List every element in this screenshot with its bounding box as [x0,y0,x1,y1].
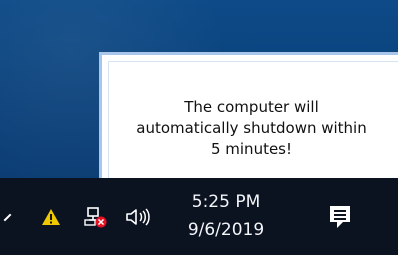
network-tray-button[interactable] [79,178,113,255]
warning-icon [42,208,60,225]
taskbar: 5:25 PM 9/6/2019 [0,178,398,255]
clock-date: 9/6/2019 [187,220,265,240]
tray-overflow-button[interactable] [0,178,16,255]
warning-tray-button[interactable] [36,178,66,255]
clock-time: 5:25 PM [191,191,261,212]
notification-icon [330,205,350,228]
desktop-screen: The computer will automatically shutdown… [0,0,398,255]
chevron-icon [3,213,12,221]
shutdown-notification[interactable]: The computer will automatically shutdown… [99,52,398,182]
volume-icon [126,207,150,226]
action-center-button[interactable] [323,178,357,255]
taskbar-clock[interactable]: 5:25 PM 9/6/2019 [171,178,281,255]
network-error-icon [84,206,107,227]
volume-tray-button[interactable] [121,178,159,255]
notification-message: The computer will automatically shutdown… [136,98,367,158]
